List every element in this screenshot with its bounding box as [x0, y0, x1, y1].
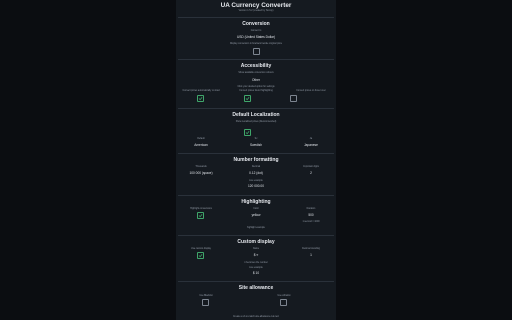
access-option-3-checkbox[interactable]: [290, 95, 297, 102]
highlight-example: highlight example: [247, 227, 265, 229]
locale-ja-select[interactable]: Japanese: [291, 142, 331, 148]
access-option-1-label: Convert prices automatically on load: [182, 90, 220, 92]
settings-panel: UA Currency Converter Version 1.5.2 (cre…: [176, 0, 336, 320]
conversion-title: Conversion: [242, 21, 270, 27]
divider: [178, 281, 334, 282]
localized-prices-checkbox[interactable]: [244, 129, 251, 136]
locale-sv-select[interactable]: Swedish: [236, 142, 276, 148]
localized-prices-label: Show Localized prices (Recommended): [235, 121, 277, 123]
color-scheme-select[interactable]: Other: [236, 77, 276, 83]
custom-example-value: $ 10: [252, 271, 260, 275]
accessibility-note: Click your desired option for settings: [237, 86, 275, 88]
app-version: Version 1.5.2 (created by Scoop): [238, 9, 274, 12]
site-allowance-title: Site allowance: [238, 285, 274, 291]
highlight-enabled-label: Highlight conversions: [190, 208, 212, 210]
locale-sv-label: Sv: [254, 138, 258, 140]
currency-select[interactable]: USD (United States Dollar): [216, 34, 296, 40]
custom-example-label: Live example: [249, 267, 263, 269]
decimal-select[interactable]: 0.12 (dot): [236, 170, 276, 176]
display-brackets-label: Display conversion in brackets beside or…: [229, 43, 283, 45]
whitelist-checkbox[interactable]: [280, 299, 287, 306]
divider: [178, 59, 334, 60]
divider: [178, 153, 334, 154]
highlight-enabled-checkbox[interactable]: [197, 212, 204, 219]
number-example-value: 120 000.00: [248, 184, 264, 188]
blacklist-checkbox[interactable]: [202, 299, 209, 306]
important-digits-label: Important digits: [303, 166, 319, 168]
divider: [178, 195, 334, 196]
custom-name-label: Name: [252, 248, 260, 250]
duration-hint: 1 second = 1000: [302, 221, 320, 223]
blacklist-label: Use Blacklist: [199, 295, 213, 297]
accessibility-title: Accessibility: [240, 63, 272, 69]
highlight-duration-label: Duration: [306, 208, 316, 210]
site-allowance-footer: Create a url-to-match-site-allowance-rul…: [233, 316, 279, 318]
divider: [178, 235, 334, 236]
display-brackets-checkbox[interactable]: [253, 48, 260, 55]
locale-default-select[interactable]: American: [181, 142, 221, 148]
important-digits-input[interactable]: 2: [291, 170, 331, 176]
access-option-3-label: Convert prices on hover over: [296, 90, 326, 92]
divider: [178, 108, 334, 109]
access-option-2-label: Convert prices found highlighting: [239, 90, 273, 92]
decimal-rounding-input[interactable]: 1: [291, 252, 331, 258]
thousands-select[interactable]: 100 000 (space): [181, 170, 221, 176]
highlighting-title: Highlighting: [241, 199, 271, 205]
divider: [178, 17, 334, 18]
locale-ja-label: Ja: [309, 138, 313, 140]
number-formatting-title: Number formatting: [233, 157, 279, 163]
custom-name-input[interactable]: $ ¤: [236, 252, 276, 258]
number-example-label: Live example: [249, 180, 263, 182]
custom-display-checkbox[interactable]: [197, 252, 204, 259]
custom-display-enabled-label: Use custom display: [191, 248, 211, 250]
highlight-color-label: Color: [253, 208, 259, 210]
custom-display-hint: ¤ becomes the number: [244, 262, 268, 264]
localization-title: Default Localization: [232, 112, 280, 118]
color-scheme-label: Show available conversion colours: [238, 72, 274, 74]
access-option-1-checkbox[interactable]: [197, 95, 204, 102]
whitelist-label: Use whitelist: [277, 295, 291, 297]
currency-label: Convert to: [250, 30, 262, 32]
thousands-label: Thousands: [195, 166, 207, 168]
decimal-rounding-label: Decimal rounding: [302, 248, 320, 250]
highlight-color-input[interactable]: yellow: [236, 212, 276, 218]
locale-default-label: Default: [197, 138, 205, 140]
access-option-2-checkbox[interactable]: [244, 95, 251, 102]
custom-display-title: Custom display: [237, 239, 275, 245]
app-title: UA Currency Converter: [220, 2, 292, 9]
decimal-label: Decimal: [251, 166, 261, 168]
highlight-duration-input[interactable]: 500: [291, 212, 331, 218]
